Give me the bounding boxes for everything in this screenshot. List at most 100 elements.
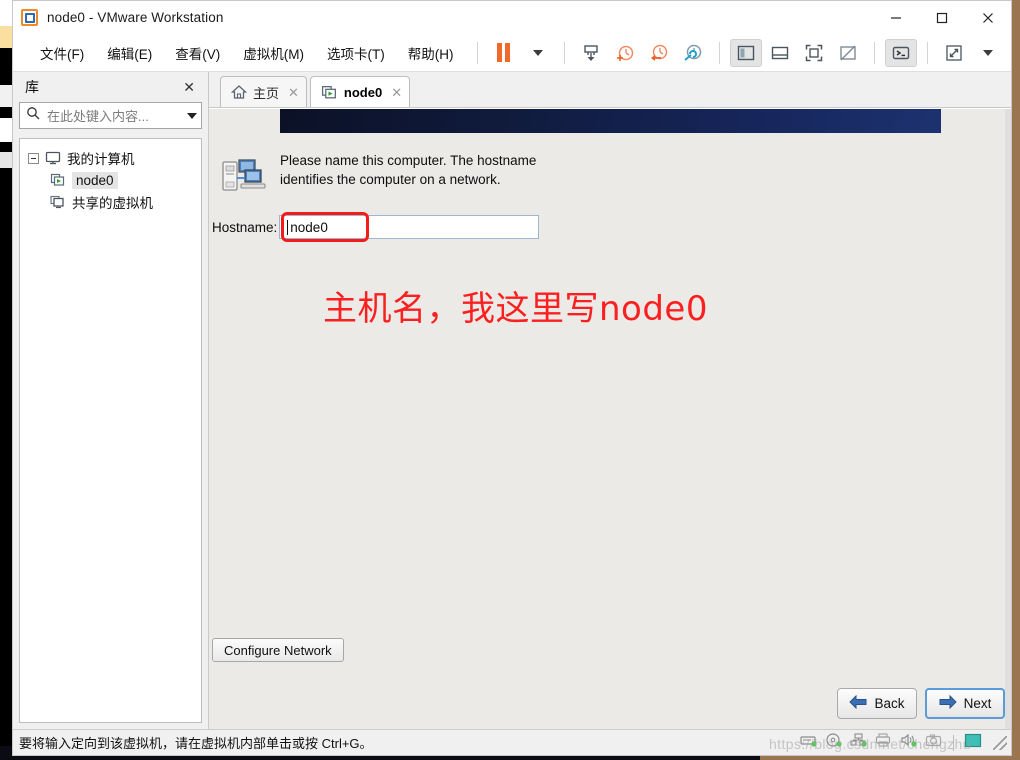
hostname-row: Hostname: node0 [212,215,540,239]
snapshot-manager-icon[interactable] [677,39,709,67]
next-button[interactable]: Next [925,688,1005,719]
vm-viewport[interactable]: Please name this computer. The hostname … [209,108,1011,729]
arrow-right-icon [939,694,957,712]
tab-label: 主页 [253,85,280,101]
library-sidebar: 库 ✕ 在此处键入内容... 我的计算机 node0 共享的虚拟机 [13,72,209,729]
vm-running-icon [321,84,338,101]
tab-node0[interactable]: node0 ✕ [309,76,411,107]
chevron-down-icon[interactable] [522,39,554,67]
printer-icon[interactable] [875,732,893,753]
search-input[interactable]: 在此处键入内容... [47,106,149,125]
tab-label: node0 [343,84,383,100]
suspend-icon[interactable] [488,39,520,67]
tree-item-label: 我的计算机 [67,152,135,167]
tree-item-label: node0 [72,171,118,189]
show-thumbnails-icon[interactable] [764,39,796,67]
show-library-icon[interactable] [729,38,762,67]
next-label: Next [963,696,992,711]
tree-item-my-computer[interactable]: 我的计算机 [24,147,197,169]
minimize-button[interactable] [873,1,919,34]
menu-edit[interactable]: 编辑(E) [98,39,161,67]
background-left-strip-amber [0,26,12,48]
stretch-icon[interactable] [938,39,970,67]
tab-close-icon[interactable]: ✕ [391,86,402,99]
status-bar: 要将输入定向到该虚拟机，请在虚拟机内部单击或按 Ctrl+G。 https://… [13,729,1011,755]
menu-view[interactable]: 查看(V) [166,39,229,67]
library-close-button[interactable]: ✕ [178,77,200,98]
tab-close-icon[interactable]: ✕ [288,86,299,99]
background-left-strip [0,0,12,760]
annotation-text: 主机名，我这里写node0 [323,289,708,329]
hard-disk-icon[interactable] [800,733,818,753]
vmware-logo-icon [21,9,38,26]
toolbar-separator [926,41,928,64]
window-body: 库 ✕ 在此处键入内容... 我的计算机 node0 共享的虚拟机 主页 ✕ n… [13,72,1011,729]
resize-grip-icon[interactable] [993,735,1007,750]
background-left-strip-gray1 [0,85,12,107]
tab-strip: 主页 ✕ node0 ✕ [209,72,1011,108]
installer-description: Please name this computer. The hostname … [280,153,537,187]
hostname-value: node0 [290,219,328,235]
camera-icon[interactable] [925,733,943,753]
menu-file[interactable]: 文件(F) [31,39,93,67]
stretch-chevron-icon[interactable] [972,39,1004,67]
toolbar-separator [476,41,478,64]
library-title: 库 [25,79,39,95]
window-controls [873,1,1011,34]
window-title: node0 - VMware Workstation [47,10,224,25]
toolbar-separator [563,41,565,64]
status-separator [953,734,954,751]
chevron-down-icon[interactable] [187,112,197,119]
monitor-icon [45,150,61,166]
hostname-input[interactable]: node0 [279,215,540,239]
back-label: Back [874,696,905,711]
installer-screen: Please name this computer. The hostname … [209,109,1011,729]
configure-network-button[interactable]: Configure Network [212,638,344,662]
tree-item-label: 共享的虚拟机 [72,196,153,211]
tree-item-node0[interactable]: node0 [24,169,197,191]
content-area: 主页 ✕ node0 ✕ Please name this computer. … [209,72,1011,729]
unity-mode-icon[interactable] [832,39,864,67]
maximize-button[interactable] [919,1,965,34]
library-search-box[interactable]: 在此处键入内容... [19,102,202,129]
menu-bar: 文件(F) 编辑(E) 查看(V) 虚拟机(M) 选项卡(T) 帮助(H) [13,34,1011,72]
cd-dvd-icon[interactable] [825,732,843,753]
tree-expander-icon[interactable] [28,152,39,164]
display-icon[interactable] [964,733,982,753]
installer-nav-buttons: Back Next [837,688,1005,719]
snapshot-revert-icon[interactable] [643,39,675,67]
arrow-left-icon [849,694,867,712]
vm-running-icon [50,172,66,188]
snapshot-take-icon[interactable] [609,39,641,67]
fullscreen-icon[interactable] [798,39,830,67]
computers-network-icon [221,156,267,201]
title-bar: node0 - VMware Workstation [13,1,1011,34]
tree-item-shared-vms[interactable]: 共享的虚拟机 [24,191,197,213]
toolbar-separator [718,41,720,64]
console-icon[interactable] [884,38,917,67]
background-left-strip-gray3 [0,152,12,168]
sound-card-icon[interactable] [900,733,918,753]
tab-home[interactable]: 主页 ✕ [220,76,307,107]
menu-tabs[interactable]: 选项卡(T) [318,39,394,67]
close-button[interactable] [965,1,1011,34]
background-left-strip-gray2 [0,118,12,142]
text-cursor [287,219,289,235]
send-ctrl-alt-del-icon[interactable] [575,39,607,67]
back-button[interactable]: Back [837,688,917,719]
toolbar-separator [873,41,875,64]
shared-vm-icon [50,194,66,210]
background-left-strip-top [0,0,12,26]
menu-vm[interactable]: 虚拟机(M) [234,39,313,67]
library-tree: 我的计算机 node0 共享的虚拟机 [19,138,202,723]
home-icon [231,84,247,100]
menu-help[interactable]: 帮助(H) [399,39,463,67]
status-device-icons [800,732,1007,753]
vmware-workstation-window: node0 - VMware Workstation 文件(F) 编辑(E) 查… [12,0,1012,756]
status-message: 要将输入定向到该虚拟机，请在虚拟机内部单击或按 Ctrl+G。 [19,736,373,751]
hostname-label: Hostname: [212,219,278,235]
library-header: 库 ✕ [19,72,202,102]
network-adapter-icon[interactable] [850,732,868,753]
vm-vertical-scrollbar[interactable] [1005,109,1011,729]
search-icon [26,106,40,125]
